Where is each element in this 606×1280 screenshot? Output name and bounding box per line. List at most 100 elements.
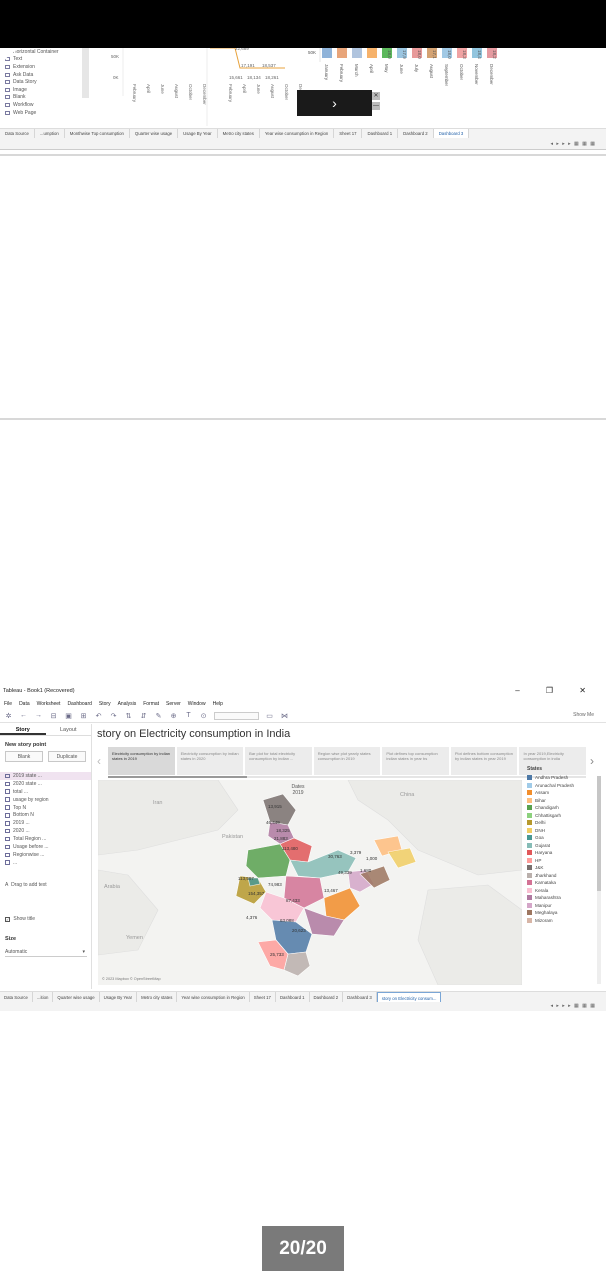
sheet-tab[interactable]: Metro city states (137, 991, 178, 1003)
legend-item[interactable]: Meghalaya (527, 909, 600, 917)
pin-icon[interactable]: ⊙ (199, 711, 208, 720)
group-icon[interactable]: ⊕ (169, 711, 178, 720)
sheet-list-item[interactable]: 2019 state ... (0, 772, 91, 780)
redo-icon[interactable]: ↷ (109, 711, 118, 720)
legend-item[interactable]: Mizoram (527, 917, 600, 925)
sheet-tab[interactable]: Dashboard 3 (343, 991, 377, 1003)
story-point-card[interactable]: Plot defines top consumption indian stat… (382, 747, 449, 775)
tab-story[interactable]: Story (0, 724, 46, 735)
drag-to-add-text[interactable]: A Drag to add text (5, 882, 47, 888)
scroll-thumb[interactable] (597, 776, 601, 891)
legend-item[interactable]: J&K (527, 864, 600, 872)
object-item[interactable]: Web Page (0, 109, 90, 117)
legend-item[interactable]: Chhattisgarh (527, 812, 600, 820)
bar[interactable] (337, 48, 347, 58)
sheet-tab[interactable]: Data Source (0, 128, 35, 139)
sheet-tab[interactable]: Year wise consumption in Region (177, 991, 250, 1003)
sheet-tab[interactable]: Dashboard 1 (276, 991, 310, 1003)
sheet-tab[interactable]: Quarter wise usage (130, 128, 179, 139)
tableau-logo-icon[interactable]: ✲ (4, 711, 13, 720)
sheet-tab[interactable]: Sheet 17 (250, 991, 276, 1003)
show-me-button[interactable]: Show Me (573, 712, 594, 718)
sheet-list-item[interactable]: Regionwise ... (0, 851, 91, 859)
menu-item[interactable]: Dashboard (67, 701, 91, 707)
duplicate-button[interactable]: Duplicate (48, 751, 86, 762)
fit-select[interactable] (214, 711, 259, 720)
tab-layout[interactable]: Layout (46, 724, 92, 735)
legend-item[interactable]: Manipur (527, 902, 600, 910)
sheet-tab[interactable]: Data Source (0, 991, 33, 1003)
undo-icon[interactable]: ↶ (94, 711, 103, 720)
menu-item[interactable]: Format (143, 701, 159, 707)
chevron-left-icon[interactable]: ‹ (97, 754, 101, 768)
legend-item[interactable]: HP (527, 857, 600, 865)
legend-scrollbar[interactable] (597, 776, 601, 984)
sheet-list-item[interactable]: Total Region ... (0, 835, 91, 843)
legend-item[interactable]: Karnataka (527, 879, 600, 887)
sheet-list-item[interactable]: Usage before ... (0, 843, 91, 851)
show-title-checkbox[interactable]: ✓ Show title (5, 916, 35, 922)
sheet-list-item[interactable]: Top N (0, 804, 91, 812)
story-point-card[interactable]: Electricity consumption by indian states… (176, 747, 244, 775)
forward-icon[interactable]: → (34, 711, 43, 720)
objects-scrollbar[interactable] (82, 48, 89, 98)
save-icon[interactable]: ▣ (64, 711, 73, 720)
object-item[interactable]: Image (0, 86, 90, 94)
sheet-tab[interactable]: story on Electricity consum... (376, 991, 442, 1003)
sheet-tab[interactable]: ...umption (35, 128, 65, 139)
datasource-icon[interactable]: ⊟ (49, 711, 58, 720)
bar[interactable] (367, 48, 377, 58)
story-point-card[interactable]: Region wise plot yearly states consumpti… (313, 747, 381, 775)
object-item[interactable]: Blank (0, 94, 90, 102)
sheet-tab[interactable]: Dashboard 1 (362, 128, 399, 139)
sheet-tab[interactable]: Dashboard 2 (310, 991, 344, 1003)
sheet-list-item[interactable]: Bottom N (0, 811, 91, 819)
share-icon[interactable]: ⋈ (280, 711, 289, 720)
story-point-card[interactable]: Electricity consumption by indian states… (108, 747, 175, 775)
legend-item[interactable]: Haryana (527, 849, 600, 857)
sheet-list-item[interactable]: 2020 state ... (0, 780, 91, 788)
sheet-list-item[interactable]: 2019 ... (0, 819, 91, 827)
back-icon[interactable]: ← (19, 711, 28, 720)
sheet-list-item[interactable]: ... (0, 859, 91, 867)
sheet-tab[interactable]: Quarter wise usage (53, 991, 100, 1003)
sheet-tab[interactable]: Dashboard 2 (398, 128, 434, 139)
highlight-icon[interactable]: ✎ (154, 711, 163, 720)
window-controls[interactable]: – ❐ ✕ (515, 686, 598, 695)
presentation-icon[interactable]: ▭ (265, 711, 274, 720)
sheet-tab[interactable]: Usage By Year (178, 128, 218, 139)
object-item[interactable]: Workflow (0, 101, 90, 109)
label-icon[interactable]: T (184, 711, 193, 720)
menu-item[interactable]: File (4, 701, 12, 707)
sheet-nav-icons[interactable]: ◂ ▸ ▸ ▸ ▦ ▦ ▦ (550, 1003, 596, 1009)
bar[interactable] (322, 48, 332, 58)
sheet-list-item[interactable]: total ... (0, 788, 91, 796)
blank-button[interactable]: Blank (5, 751, 43, 762)
legend-item[interactable]: Goa (527, 834, 600, 842)
menu-item[interactable]: Window (188, 701, 206, 707)
menu-item[interactable]: Worksheet (37, 701, 61, 707)
india-map[interactable]: Dates2019IranPakistanChinaArabiaYemen13,… (98, 780, 522, 985)
legend-item[interactable]: Arunachal Pradesh (527, 782, 600, 790)
sheet-nav-icons[interactable]: ◂ ▸ ▸ ▸ ▦ ▦ ▦ (550, 141, 596, 147)
sheet-tab[interactable]: Monthwise Top consumption (65, 128, 130, 139)
minimize-icon[interactable]: — (372, 102, 380, 110)
object-item[interactable]: Text (0, 56, 90, 64)
legend-item[interactable]: Delhi (527, 819, 600, 827)
legend-item[interactable]: Andhra Pradesh (527, 774, 600, 782)
menu-item[interactable]: Help (213, 701, 223, 707)
legend-item[interactable]: Maharashtra (527, 894, 600, 902)
legend-item[interactable]: Jharkhand (527, 872, 600, 880)
menu-item[interactable]: Analysis (118, 701, 137, 707)
size-select[interactable]: Automatic ▾ (5, 947, 87, 957)
object-item[interactable]: Ask Data (0, 71, 90, 79)
video-next-button[interactable]: › (297, 90, 372, 116)
legend-item[interactable]: DNH (527, 827, 600, 835)
object-item[interactable]: Horizontal Container (0, 48, 90, 56)
story-point-card[interactable]: Bar plot for total electricity consumpti… (245, 747, 312, 775)
sheet-tab[interactable]: Metro city states (218, 128, 260, 139)
legend-item[interactable]: Bihar (527, 797, 600, 805)
sheet-tab[interactable]: Dashboard 3 (433, 128, 470, 139)
story-point-card[interactable]: Plot defines bottom consumption by india… (450, 747, 518, 775)
menu-item[interactable]: Data (19, 701, 30, 707)
